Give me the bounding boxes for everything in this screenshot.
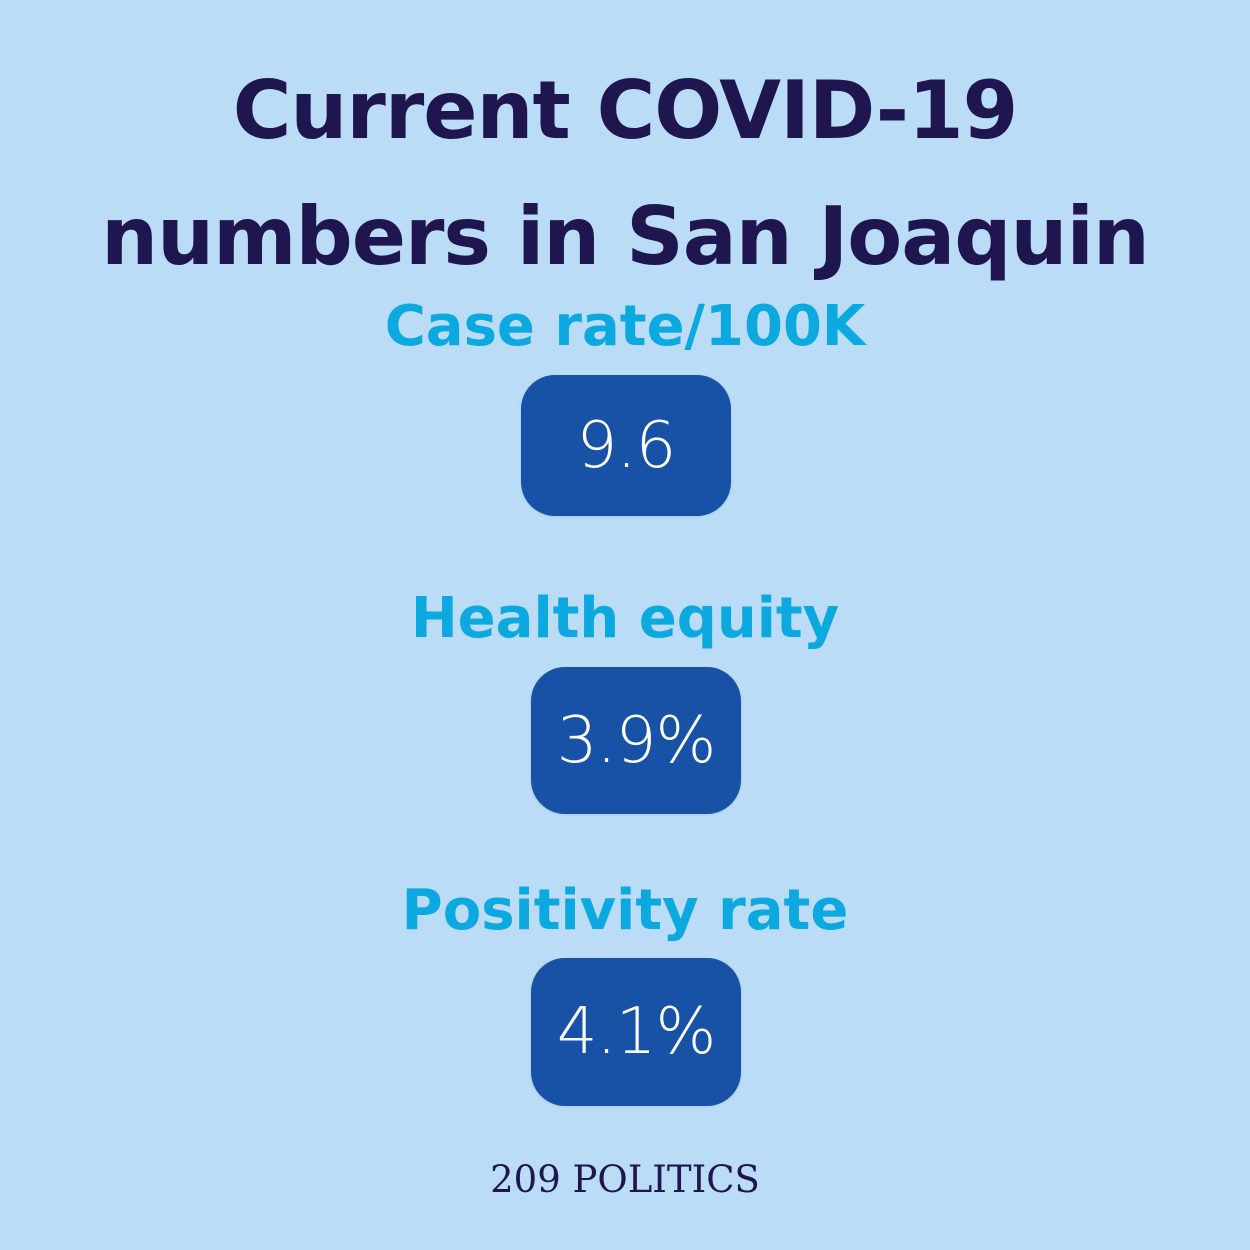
metric-value-positivity-rate: 4.1% bbox=[556, 995, 717, 1069]
metric-label-positivity-rate: Positivity rate bbox=[401, 878, 849, 943]
metric-box-health-equity: 3.9% bbox=[531, 667, 741, 814]
metric-value-case-rate: 9.6 bbox=[576, 408, 677, 483]
metric-box-positivity-rate: 4.1% bbox=[531, 958, 741, 1106]
footer-brand: 209 POLITICS bbox=[490, 1158, 760, 1201]
title-line-2: numbers in San Joaquin bbox=[101, 190, 1150, 283]
metric-label-case-rate: Case rate/100K bbox=[384, 294, 866, 359]
metric-label-health-equity: Health equity bbox=[410, 586, 840, 651]
page-title: Current COVID-19 numbers in San Joaquin bbox=[0, 48, 1250, 300]
metric-box-case-rate: 9.6 bbox=[521, 375, 731, 516]
title-line-1: Current COVID-19 bbox=[232, 64, 1019, 157]
metric-value-health-equity: 3.9% bbox=[556, 703, 717, 778]
